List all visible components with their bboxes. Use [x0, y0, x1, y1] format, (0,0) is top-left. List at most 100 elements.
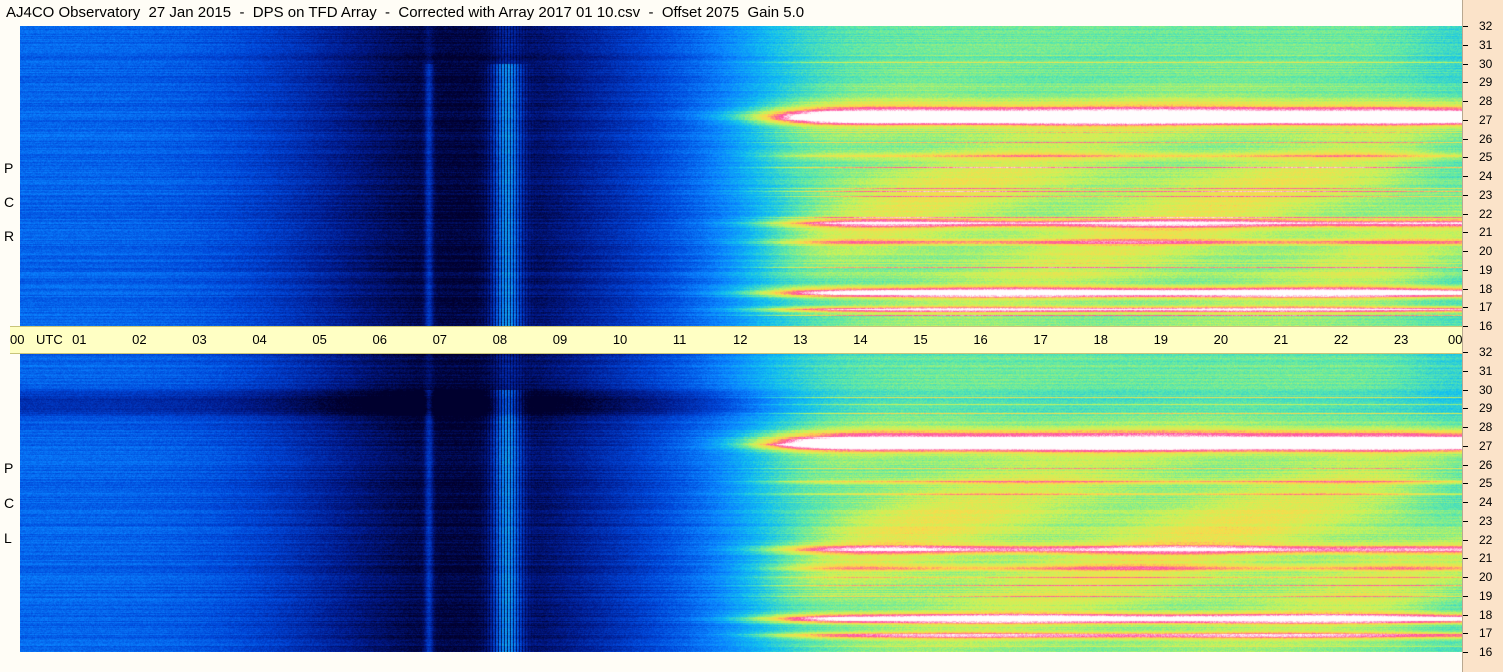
freq-tick-label: 31 [1479, 363, 1493, 378]
freq-tick-label: 26 [1479, 131, 1493, 146]
freq-tick-mark [1463, 427, 1468, 428]
freq-tick-label: 16 [1479, 319, 1493, 333]
freq-tick-label: 26 [1479, 457, 1493, 472]
utc-tick-label: 18 [1093, 332, 1108, 347]
freq-tick-label: 23 [1479, 187, 1493, 202]
freq-tick-mark [1463, 213, 1468, 215]
frequency-axis-strip: 32 31 30 29 28 27 26 25 24 23 22 21 20 19 18 17 16 32 31 30… [1462, 0, 1503, 672]
freq-tick-mark [1463, 326, 1468, 327]
lcp-letter-p: P [4, 460, 14, 476]
utc-tick-label: 10 [612, 332, 628, 347]
utc-tick-label: 01 [72, 332, 87, 347]
utc-tick-label: 00 [10, 332, 25, 347]
freq-tick-mark [1463, 157, 1468, 159]
freq-tick-mark [1463, 408, 1468, 410]
freq-tick-label: 32 [1479, 345, 1493, 359]
freq-tick-mark [1463, 288, 1468, 290]
freq-tick-label: 27 [1479, 112, 1493, 127]
freq-tick-mark [1463, 577, 1468, 578]
utc-tick-label: 16 [973, 332, 988, 347]
utc-tick-label: 11 [672, 332, 687, 347]
freq-tick-mark [1463, 652, 1468, 653]
freq-tick-label: 30 [1479, 382, 1493, 397]
utc-tick-label: 17 [1033, 332, 1048, 347]
freq-tick-mark [1463, 595, 1468, 597]
freq-tick-mark [1463, 63, 1468, 65]
utc-unit-label: UTC [36, 332, 63, 347]
freq-tick-mark [1463, 445, 1468, 447]
freq-tick-mark [1463, 352, 1468, 353]
utc-tick-label: 13 [793, 332, 808, 347]
freq-tick-label: 17 [1479, 626, 1493, 641]
freq-tick-mark [1463, 194, 1468, 196]
freq-tick-mark [1463, 82, 1468, 84]
freq-tick-mark [1463, 370, 1468, 372]
utc-tick-label: 04 [252, 332, 267, 347]
freq-tick-mark [1463, 26, 1468, 27]
freq-tick-mark [1463, 464, 1468, 466]
freq-tick-mark [1463, 614, 1468, 616]
freq-tick-label: 18 [1479, 281, 1493, 296]
freq-tick-label: 17 [1479, 300, 1493, 315]
freq-tick-mark [1463, 483, 1468, 485]
rcp-spectrogram [20, 26, 1462, 326]
freq-tick-label: 25 [1479, 476, 1493, 491]
freq-tick-label: 21 [1479, 225, 1493, 240]
freq-tick-label: 28 [1479, 420, 1493, 434]
freq-tick-label: 31 [1479, 37, 1493, 52]
freq-tick-mark [1463, 176, 1468, 177]
utc-tick-label: 07 [432, 332, 448, 347]
utc-tick-label: 14 [853, 332, 868, 347]
freq-tick-mark [1463, 502, 1468, 503]
freq-tick-label: 20 [1479, 244, 1493, 258]
freq-tick-label: 18 [1479, 607, 1493, 622]
utc-tick-label: 12 [733, 332, 748, 347]
freq-tick-label: 30 [1479, 56, 1493, 71]
freq-tick-mark [1463, 101, 1468, 102]
utc-tick-label: 15 [913, 332, 928, 347]
rcp-heatmap-canvas [20, 26, 1462, 326]
utc-tick-label: 00 [1448, 332, 1463, 347]
utc-time-axis: 00 01 02 03 04 05 06 07 08 09 10 11 12 13 14 15 16 17 18 19… [10, 326, 1493, 354]
title-bar: AJ4CO Observatory 27 Jan 2015 - DPS on T… [0, 0, 1462, 27]
freq-tick-label: 22 [1479, 532, 1493, 547]
freq-tick-label: 23 [1479, 513, 1493, 528]
freq-tick-label: 20 [1479, 570, 1493, 584]
utc-tick-label: 05 [312, 332, 327, 347]
utc-tick-label: 20 [1213, 332, 1229, 347]
freq-tick-mark [1463, 232, 1468, 234]
utc-tick-label: 06 [372, 332, 387, 347]
freq-tick-mark [1463, 539, 1468, 541]
freq-tick-label: 29 [1479, 401, 1493, 416]
lcp-letter-c: C [4, 495, 15, 511]
rcp-letter-c: C [4, 194, 15, 210]
utc-tick-label: 22 [1333, 332, 1349, 347]
rcp-letter-p: R [4, 228, 15, 244]
freq-tick-mark [1463, 138, 1468, 140]
lcp-spectrogram [20, 352, 1462, 652]
rcp-letter-r: P [4, 160, 14, 176]
freq-tick-mark [1463, 558, 1468, 560]
lcp-heatmap-canvas [20, 352, 1462, 652]
freq-tick-label: 19 [1479, 588, 1493, 603]
rcp-label-strip: P C R [0, 26, 20, 326]
freq-tick-label: 25 [1479, 150, 1493, 165]
freq-tick-label: 32 [1479, 19, 1493, 33]
freq-tick-label: 22 [1479, 206, 1493, 221]
freq-tick-mark [1463, 44, 1468, 46]
freq-tick-label: 28 [1479, 94, 1493, 108]
freq-tick-mark [1463, 251, 1468, 252]
freq-tick-label: 24 [1479, 169, 1493, 183]
lcp-label-strip: P C L [0, 352, 20, 672]
utc-tick-label: 08 [492, 332, 508, 347]
utc-tick-label: 03 [192, 332, 207, 347]
utc-tick-label: 09 [552, 332, 568, 347]
freq-tick-label: 27 [1479, 438, 1493, 453]
lcp-letter-l: L [4, 530, 12, 546]
utc-tick-label: 23 [1393, 332, 1409, 347]
freq-tick-mark [1463, 633, 1468, 635]
chart-title: AJ4CO Observatory 27 Jan 2015 - DPS on T… [6, 4, 805, 21]
freq-tick-mark [1463, 307, 1468, 309]
freq-tick-label: 19 [1479, 262, 1493, 277]
utc-tick-label: 19 [1153, 332, 1169, 347]
